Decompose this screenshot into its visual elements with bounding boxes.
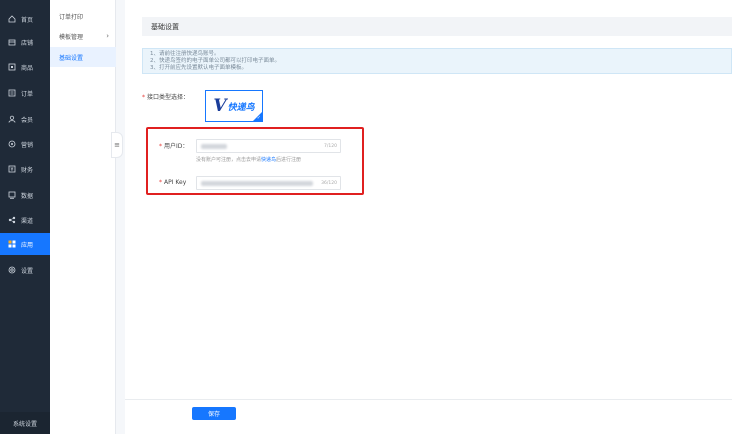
channel-icon xyxy=(8,216,16,224)
masked-value xyxy=(201,181,313,186)
kdniao-option-card[interactable]: V 快递鸟 ✓ xyxy=(205,90,263,122)
home-icon xyxy=(8,15,16,23)
subnav-item-order-print[interactable]: 订单打印 xyxy=(50,6,116,26)
collapse-sidebar-button[interactable]: ≡ xyxy=(111,132,123,158)
member-icon xyxy=(8,115,16,123)
sub-sidebar: 订单打印 模板管理 › 基础设置 xyxy=(50,0,116,434)
sidebar-item-home[interactable]: 首页 xyxy=(0,8,50,30)
required-mark: * xyxy=(142,94,145,101)
chevron-right-icon: › xyxy=(106,32,109,40)
sidebar-item-label: 财务 xyxy=(21,166,34,174)
notice-box: 1、请前往注册快递鸟账号。 2、快递鸟签约的电子面单公司都可以打印电子面单。 3… xyxy=(142,48,732,74)
required-mark: * xyxy=(159,179,162,186)
notice-line: 2、快递鸟签约的电子面单公司都可以打印电子面单。 xyxy=(150,58,281,64)
sidebar-item-store[interactable]: 店铺 xyxy=(0,31,50,53)
sidebar-item-label: 订单 xyxy=(21,90,34,98)
notice-line: 1、请前往注册快递鸟账号。 xyxy=(150,51,220,57)
user-id-label: * 用户ID： xyxy=(159,143,189,150)
marketing-icon xyxy=(8,140,16,148)
page-title: 基础设置 xyxy=(142,17,732,36)
subnav-item-label: 模板管理 xyxy=(59,33,84,41)
svg-text:¥: ¥ xyxy=(10,167,13,173)
subnav-item-label: 订单打印 xyxy=(59,13,84,21)
main-sidebar: 首页 店铺 商品 订单 会员 营销 ¥ 财务 数据 渠道 应用 设置 系统设置 xyxy=(0,0,50,434)
save-button[interactable]: 保存 xyxy=(192,407,236,420)
main-content: 基础设置 1、请前往注册快递鸟账号。 2、快递鸟签约的电子面单公司都可以打印电子… xyxy=(125,0,732,434)
sidebar-item-label: 首页 xyxy=(21,16,34,24)
sidebar-item-apps[interactable]: 应用 xyxy=(0,233,50,255)
sidebar-item-settings[interactable]: 设置 xyxy=(0,259,50,281)
subnav-item-label: 基础设置 xyxy=(59,54,84,62)
sidebar-item-channel[interactable]: 渠道 xyxy=(0,209,50,231)
subnav-item-template-manage[interactable]: 模板管理 › xyxy=(50,26,116,46)
notice-line: 3、打开前应先设置默认电子面单模板。 xyxy=(150,65,248,71)
sidebar-item-finance[interactable]: ¥ 财务 xyxy=(0,158,50,180)
char-counter: 36/120 xyxy=(321,181,337,186)
sidebar-item-label: 渠道 xyxy=(21,217,34,225)
sidebar-item-member[interactable]: 会员 xyxy=(0,108,50,130)
user-id-hint: 没有账户可注册，点击去申请快递鸟后进行注册 xyxy=(196,157,302,163)
check-icon: ✓ xyxy=(256,115,261,121)
data-icon xyxy=(8,191,16,199)
required-mark: * xyxy=(159,143,162,150)
apps-icon xyxy=(8,240,16,248)
kdniao-logo: V 快递鸟 xyxy=(213,96,255,116)
sidebar-item-data[interactable]: 数据 xyxy=(0,184,50,206)
masked-value xyxy=(201,144,227,149)
sidebar-item-label: 数据 xyxy=(21,192,34,200)
goods-icon xyxy=(8,63,16,71)
app-window: 首页 店铺 商品 订单 会员 营销 ¥ 财务 数据 渠道 应用 设置 系统设置 … xyxy=(0,0,732,434)
sidebar-item-marketing[interactable]: 营销 xyxy=(0,133,50,155)
interface-type-label: * 接口类型选择： xyxy=(142,94,190,101)
sidebar-item-label: 会员 xyxy=(21,116,34,124)
sidebar-item-label: 店铺 xyxy=(21,39,34,47)
sidebar-item-label: 设置 xyxy=(21,267,34,275)
order-icon xyxy=(8,89,16,97)
char-counter: 7/120 xyxy=(324,144,337,149)
api-key-input[interactable]: 36/120 xyxy=(196,176,341,190)
sidebar-item-label: 商品 xyxy=(21,64,34,72)
sidebar-item-label: 营销 xyxy=(21,141,34,149)
user-id-input[interactable]: 7/120 xyxy=(196,139,341,153)
sidebar-item-label: 应用 xyxy=(21,241,34,249)
system-settings-link[interactable]: 系统设置 xyxy=(0,412,50,434)
kdniao-register-link[interactable]: 快递鸟 xyxy=(261,157,276,163)
finance-icon: ¥ xyxy=(8,165,16,173)
settings-icon xyxy=(8,266,16,274)
sidebar-item-goods[interactable]: 商品 xyxy=(0,56,50,78)
menu-icon: ≡ xyxy=(114,141,120,149)
subnav-item-basic-settings[interactable]: 基础设置 xyxy=(50,47,116,67)
store-icon xyxy=(8,38,16,46)
sidebar-item-order[interactable]: 订单 xyxy=(0,82,50,104)
api-key-label: * API Key xyxy=(159,179,187,186)
